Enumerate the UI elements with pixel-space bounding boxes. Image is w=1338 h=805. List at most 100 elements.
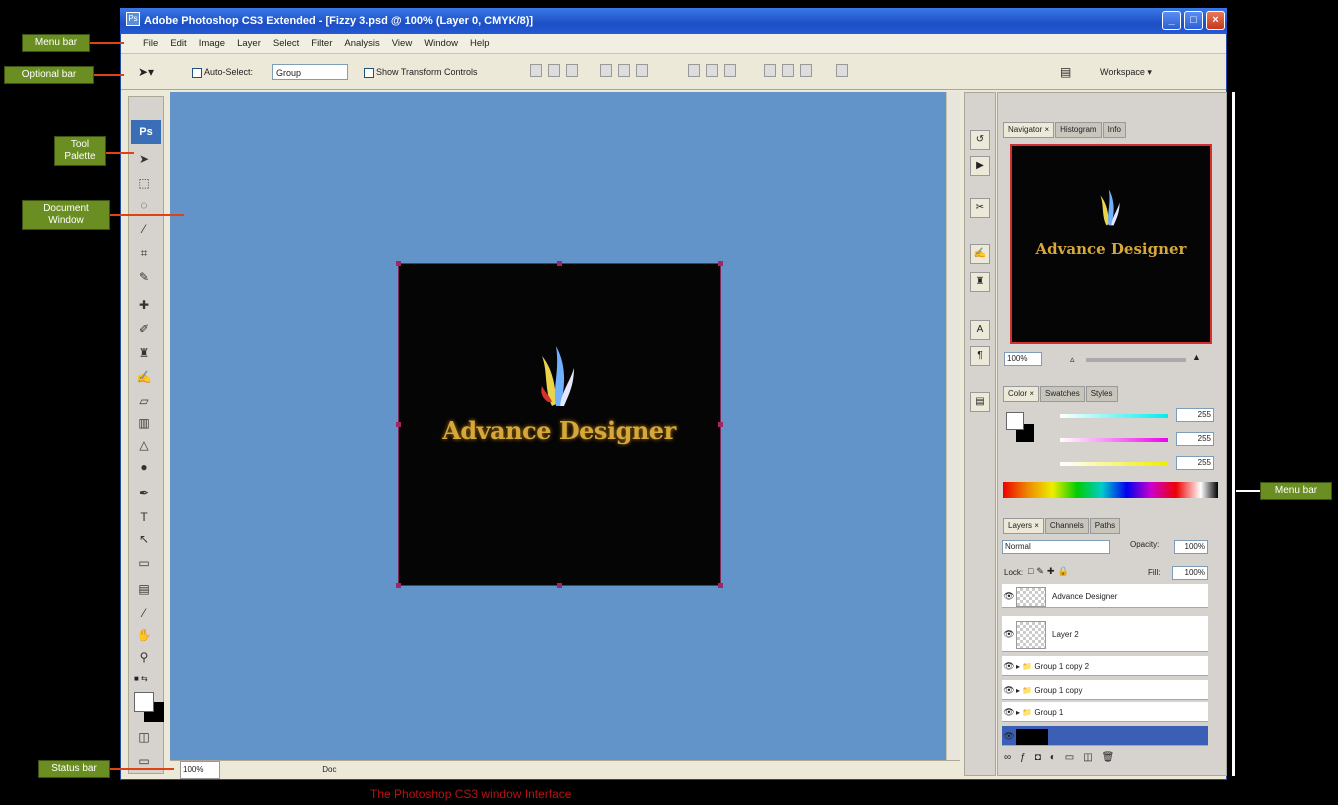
tab-navigator[interactable]: Navigator × xyxy=(1003,122,1055,138)
lock-icons[interactable]: □✎✚🔒 xyxy=(1028,566,1072,577)
path-selection-tool-icon[interactable]: ↖ xyxy=(135,530,153,548)
transform-handle[interactable] xyxy=(396,583,401,588)
minimize-button[interactable]: _ xyxy=(1162,11,1181,30)
magenta-slider[interactable] xyxy=(1060,438,1168,442)
yellow-value[interactable]: 255 xyxy=(1176,456,1214,470)
cyan-value[interactable]: 255 xyxy=(1176,408,1214,422)
tab-swatches[interactable]: Swatches xyxy=(1040,386,1085,402)
menu-file[interactable]: File xyxy=(121,34,164,54)
workspace-button[interactable]: Workspace ▾ xyxy=(1100,64,1152,80)
crop-tool-icon[interactable]: ⌗ xyxy=(135,244,153,262)
pen-tool-icon[interactable]: ✒ xyxy=(135,484,153,502)
eyedropper-tool-icon[interactable]: ⁄ xyxy=(135,604,153,622)
notes-tool-icon[interactable]: ▤ xyxy=(135,580,153,598)
default-colors-icon[interactable]: ■ ⇆ xyxy=(134,674,158,684)
brush-tool-icon[interactable]: ✐ xyxy=(135,320,153,338)
auto-align-icon[interactable] xyxy=(836,64,848,77)
close-button[interactable]: × xyxy=(1206,11,1225,30)
clone-source-icon[interactable]: ♜ xyxy=(970,272,990,292)
zoom-in-icon[interactable]: ▲ xyxy=(1192,352,1201,362)
menu-layer[interactable]: Layer xyxy=(231,34,267,54)
transform-handle[interactable] xyxy=(718,261,723,266)
palette-well-icon[interactable]: ▤ xyxy=(1060,64,1071,80)
lasso-tool-icon[interactable]: ◌ xyxy=(135,196,153,214)
menu-help[interactable]: Help xyxy=(464,34,496,54)
transform-handle[interactable] xyxy=(718,583,723,588)
tool-presets-icon[interactable]: ✂ xyxy=(970,198,990,218)
magic-wand-tool-icon[interactable]: ⁄ xyxy=(135,220,153,238)
layer-row[interactable]: 👁▸ 📁 Group 1 copy xyxy=(1002,680,1208,700)
menu-analysis[interactable]: Analysis xyxy=(338,34,385,54)
move-tool-preset-icon[interactable]: ➤▾ xyxy=(138,64,154,80)
blend-mode-dropdown[interactable]: Normal xyxy=(1002,540,1110,554)
eye-icon[interactable]: 👁 xyxy=(1002,656,1016,676)
distribute-bottom-icon[interactable] xyxy=(724,64,736,77)
show-transform-checkbox[interactable]: Show Transform Controls xyxy=(364,64,478,80)
dodge-tool-icon[interactable]: ● xyxy=(135,458,153,476)
eye-icon[interactable]: 👁 xyxy=(1002,726,1016,746)
layer-row[interactable]: 👁 Layer 2 xyxy=(1002,616,1208,652)
tab-histogram[interactable]: Histogram xyxy=(1055,122,1102,138)
shape-tool-icon[interactable]: ▭ xyxy=(135,554,153,572)
brushes-panel-icon[interactable]: ✍ xyxy=(970,244,990,264)
distribute-middle-icon[interactable] xyxy=(706,64,718,77)
fill-field[interactable]: 100% xyxy=(1172,566,1208,580)
align-left-icon[interactable] xyxy=(600,64,612,77)
tab-channels[interactable]: Channels xyxy=(1044,518,1089,534)
zoom-slider[interactable] xyxy=(1086,358,1186,362)
expand-arrow-icon[interactable]: ▸ 📁 xyxy=(1016,662,1034,671)
auto-select-checkbox[interactable]: Auto-Select: xyxy=(192,64,253,80)
magenta-value[interactable]: 255 xyxy=(1176,432,1214,446)
distribute-top-icon[interactable] xyxy=(688,64,700,77)
quick-mask-icon[interactable]: ◫ xyxy=(135,728,153,746)
zoom-field[interactable]: 100% xyxy=(180,761,220,779)
eye-icon[interactable]: 👁 xyxy=(1002,584,1016,608)
distribute-right-icon[interactable] xyxy=(800,64,812,77)
tab-layers[interactable]: Layers × xyxy=(1003,518,1044,534)
opacity-field[interactable]: 100% xyxy=(1174,540,1208,554)
cyan-slider[interactable] xyxy=(1060,414,1168,418)
navigator-zoom-field[interactable]: 100% xyxy=(1004,352,1042,366)
layer-row[interactable]: 👁▸ 📁 Group 1 xyxy=(1002,702,1208,722)
type-tool-icon[interactable]: T xyxy=(135,508,153,526)
move-tool-icon[interactable]: ➤ xyxy=(135,150,153,168)
transform-handle[interactable] xyxy=(396,261,401,266)
tab-color[interactable]: Color × xyxy=(1003,386,1040,402)
menu-window[interactable]: Window xyxy=(418,34,464,54)
menu-filter[interactable]: Filter xyxy=(305,34,338,54)
vertical-scrollbar[interactable] xyxy=(946,92,960,760)
history-brush-tool-icon[interactable]: ✍ xyxy=(135,368,153,386)
layer-comps-icon[interactable]: ▤ xyxy=(970,392,990,412)
expand-arrow-icon[interactable]: ▸ 📁 xyxy=(1016,686,1034,695)
align-bottom-icon[interactable] xyxy=(566,64,578,77)
clone-stamp-tool-icon[interactable]: ♜ xyxy=(135,344,153,362)
align-center-icon[interactable] xyxy=(618,64,630,77)
align-top-icon[interactable] xyxy=(530,64,542,77)
transform-handle[interactable] xyxy=(557,261,562,266)
distribute-left-icon[interactable] xyxy=(764,64,776,77)
yellow-slider[interactable] xyxy=(1060,462,1168,466)
menu-view[interactable]: View xyxy=(386,34,418,54)
gradient-tool-icon[interactable]: ▥ xyxy=(135,414,153,432)
eye-icon[interactable]: 👁 xyxy=(1002,702,1016,722)
layer-row[interactable]: 👁▸ 📁 Group 1 copy 2 xyxy=(1002,656,1208,676)
menu-edit[interactable]: Edit xyxy=(164,34,192,54)
character-panel-icon[interactable]: A xyxy=(970,320,990,340)
color-fg-swatch[interactable] xyxy=(1006,412,1024,430)
menu-image[interactable]: Image xyxy=(193,34,231,54)
layer-bottom-icons[interactable]: ∞ƒ◘◐▭◫🗑 xyxy=(1004,752,1123,763)
transform-handle[interactable] xyxy=(718,422,723,427)
actions-panel-icon[interactable]: ▶ xyxy=(970,156,990,176)
slice-tool-icon[interactable]: ✎ xyxy=(135,268,153,286)
tab-paths[interactable]: Paths xyxy=(1089,518,1121,534)
zoom-tool-icon[interactable]: ⚲ xyxy=(135,648,153,666)
eye-icon[interactable]: 👁 xyxy=(1002,616,1016,652)
healing-brush-tool-icon[interactable]: ✚ xyxy=(135,296,153,314)
color-ramp[interactable] xyxy=(1003,482,1218,498)
auto-select-dropdown[interactable]: Group xyxy=(272,64,348,80)
ps-logo[interactable]: Ps xyxy=(131,120,161,144)
app-icon[interactable]: Ps xyxy=(126,12,140,26)
tab-styles[interactable]: Styles xyxy=(1085,386,1118,402)
history-panel-icon[interactable]: ↺ xyxy=(970,130,990,150)
marquee-tool-icon[interactable]: ⬚ xyxy=(135,174,153,192)
